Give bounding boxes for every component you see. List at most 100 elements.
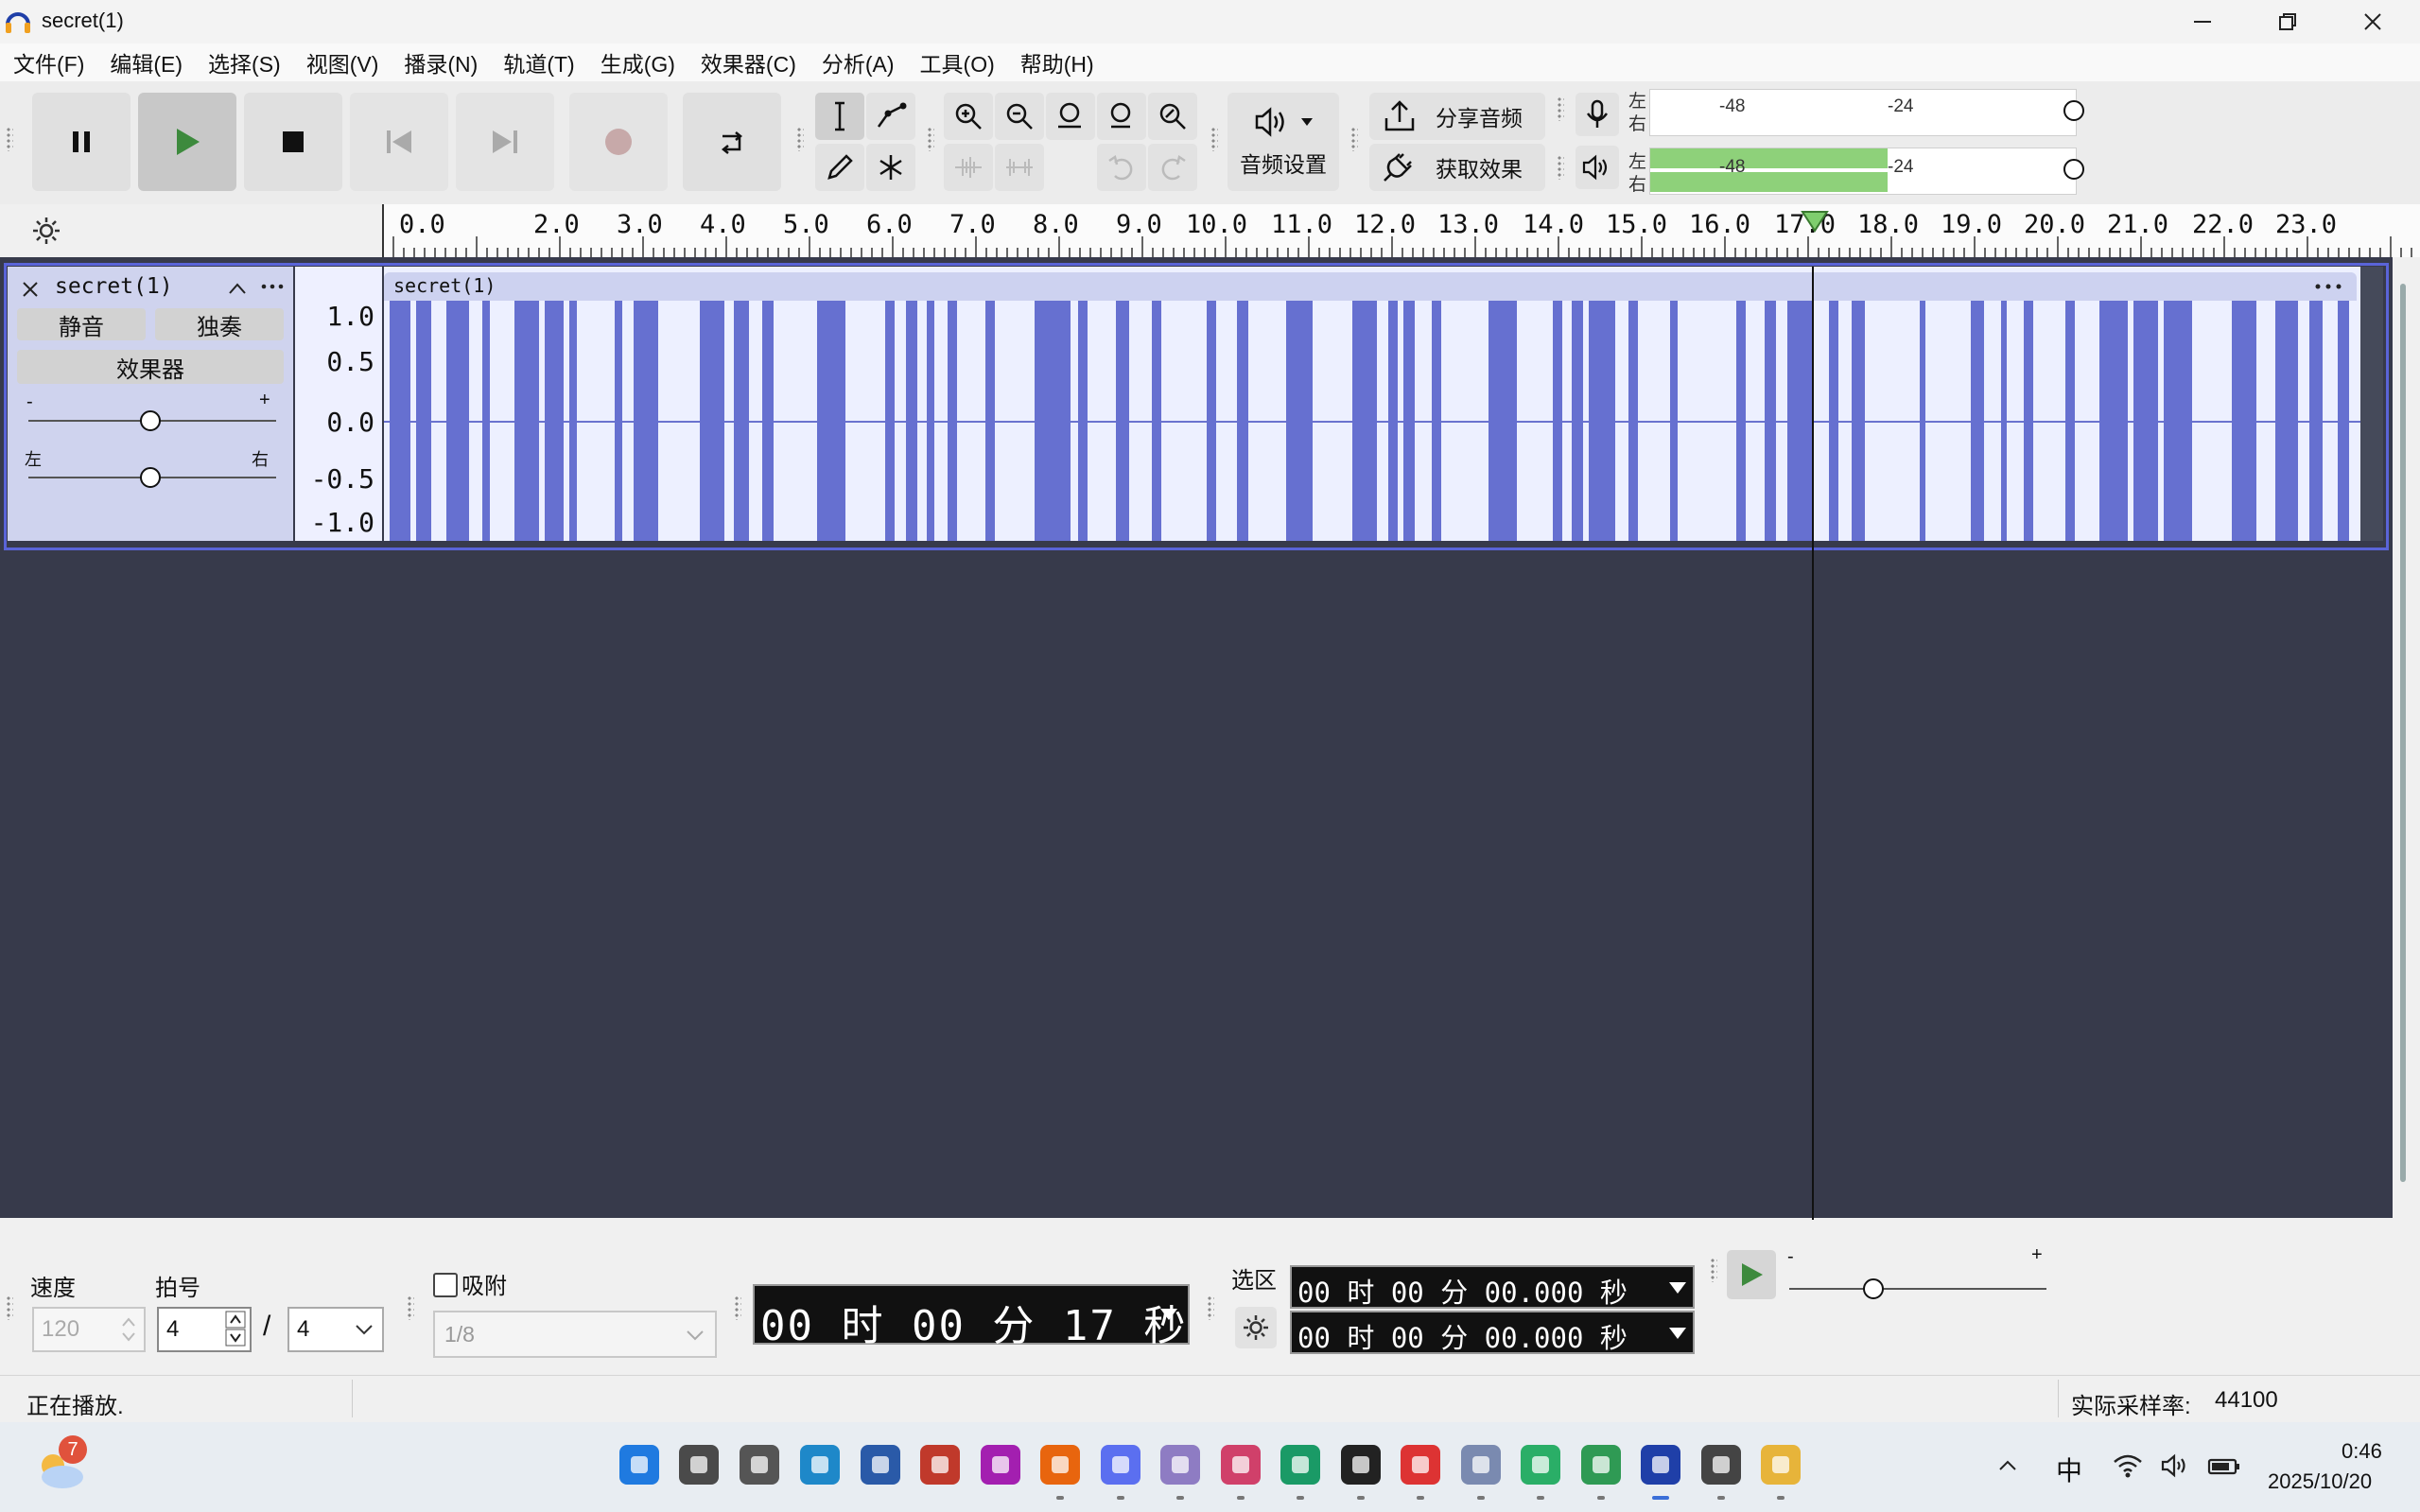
snap-select[interactable]: 1/8 [433,1311,717,1358]
app-flower[interactable] [1160,1445,1200,1485]
toolbar-grip[interactable] [1557,155,1564,180]
wifi-icon[interactable] [2113,1452,2143,1479]
selection-tool-button[interactable] [815,93,864,140]
audio-app[interactable] [1221,1445,1261,1485]
wechat-app[interactable] [1521,1445,1560,1485]
toolbar-grip[interactable] [6,1295,13,1320]
toolbar-grip[interactable] [407,1295,414,1320]
edge-app[interactable] [800,1445,840,1485]
firefox-app[interactable] [1040,1445,1080,1485]
menu-help[interactable]: 帮助(H) [1007,46,1106,78]
menu-view[interactable]: 视图(V) [293,46,392,78]
envelope-tool-button[interactable] [866,93,915,140]
record-meter[interactable] [1649,89,2077,136]
timeline-settings-button[interactable] [25,210,68,252]
app-doc[interactable] [1461,1445,1501,1485]
dropdown-arrow-icon[interactable] [1668,1326,1687,1341]
time-display[interactable]: 00 时 00 分 17 秒 [753,1284,1190,1350]
record-meter-button[interactable] [1576,93,1619,136]
speed-slider-track[interactable] [1789,1288,2046,1290]
volume-icon[interactable] [2160,1452,2190,1479]
menu-tools[interactable]: 工具(O) [907,46,1007,78]
toolbar-grip[interactable] [1557,96,1564,121]
draw-tool-button[interactable] [815,144,864,191]
time-format-dropdown-icon[interactable] [1159,1307,1178,1322]
zoom-in-button[interactable] [944,93,993,140]
audio-setup-button[interactable]: 音频设置 [1227,93,1339,191]
fit-project-button[interactable] [1097,93,1146,140]
clock-date[interactable]: 2025/10/20 [2268,1469,2372,1494]
toolbar-grip[interactable] [796,127,804,151]
battery-icon[interactable] [2207,1452,2241,1479]
clock-time[interactable]: 0:46 [2342,1439,2382,1464]
play-at-speed-button[interactable] [1727,1250,1776,1299]
silence-button[interactable] [995,144,1044,191]
menu-transport[interactable]: 播录(N) [391,46,490,78]
restore-button[interactable] [2245,0,2330,43]
toolbar-grip[interactable] [734,1295,741,1320]
timesig-spinner-icon[interactable] [225,1311,246,1347]
timesig-denominator-select[interactable]: 4 [287,1307,384,1352]
zoom-toggle-button[interactable] [1148,93,1197,140]
file-explorer-app[interactable] [1761,1445,1801,1485]
app-3d[interactable] [920,1445,960,1485]
play-button[interactable] [138,93,236,191]
minimize-button[interactable] [2160,0,2245,43]
timesig-numerator-field[interactable]: 4 [157,1307,252,1352]
toolbar-grip[interactable] [1210,127,1218,151]
fit-selection-button[interactable] [1046,93,1095,140]
undo-button[interactable] [1097,144,1146,191]
selection-end-field[interactable]: 00 时 00 分 00.000 秒 [1290,1311,1695,1354]
multi-tool-button[interactable] [866,144,915,191]
playback-meter-button[interactable] [1576,146,1619,189]
get-effects-button[interactable]: 获取效果 [1369,144,1545,191]
close-button[interactable] [2330,0,2415,43]
stop-button[interactable] [244,93,342,191]
skip-end-button[interactable] [456,93,554,191]
speed-slider-knob[interactable] [1861,1277,1886,1301]
dropdown-arrow-icon[interactable] [1668,1280,1687,1295]
task-view-button[interactable] [740,1445,779,1485]
ime-indicator[interactable]: 中 [2056,1451,2082,1488]
menu-edit[interactable]: 编辑(E) [96,46,195,78]
record-button[interactable] [569,93,668,191]
playhead-marker-icon[interactable] [1801,210,1829,233]
zoom-out-button[interactable] [995,93,1044,140]
tempo-spinner-icon[interactable] [119,1312,138,1347]
loop-button[interactable] [683,93,781,191]
app-monitor[interactable] [1581,1445,1621,1485]
app-hex[interactable] [1101,1445,1140,1485]
menu-generate[interactable]: 生成(G) [587,46,688,78]
toolbar-grip[interactable] [1207,1295,1214,1320]
devcpp-app[interactable] [861,1445,900,1485]
media-player-app[interactable] [1701,1445,1741,1485]
toolbar-grip[interactable] [927,127,934,151]
tempo-field[interactable]: 120 [32,1307,146,1352]
toolbar-grip[interactable] [1710,1258,1717,1282]
selection-start-field[interactable]: 00 时 00 分 00.000 秒 [1290,1265,1695,1309]
menu-tracks[interactable]: 轨道(T) [490,46,586,78]
menu-select[interactable]: 选择(S) [195,46,293,78]
audacity-app[interactable] [1641,1445,1680,1485]
share-audio-button[interactable]: 分享音频 [1369,93,1545,140]
pause-button[interactable] [32,93,131,191]
playback-meter-slider-knob[interactable] [2062,157,2086,182]
record-meter-slider-knob[interactable] [2062,98,2086,123]
toolbar-grip[interactable] [1350,127,1358,151]
skip-start-button[interactable] [350,93,448,191]
menu-file[interactable]: 文件(F) [0,46,96,78]
search-button[interactable] [679,1445,719,1485]
start-button[interactable] [619,1445,659,1485]
snap-checkbox[interactable] [433,1273,458,1297]
toolbar-grip[interactable] [6,127,13,151]
redo-button[interactable] [1148,144,1197,191]
menu-effect[interactable]: 效果器(C) [688,46,809,78]
qq-app[interactable] [1341,1445,1381,1485]
trim-button[interactable] [944,144,993,191]
selection-settings-button[interactable] [1235,1307,1277,1348]
chevron-up-icon[interactable] [1997,1458,2018,1473]
weather-widget[interactable]: 7 [34,1435,87,1492]
vertical-scrollbar[interactable] [2400,284,2406,1182]
phpstorm-app[interactable] [981,1445,1020,1485]
wps-app[interactable] [1401,1445,1440,1485]
